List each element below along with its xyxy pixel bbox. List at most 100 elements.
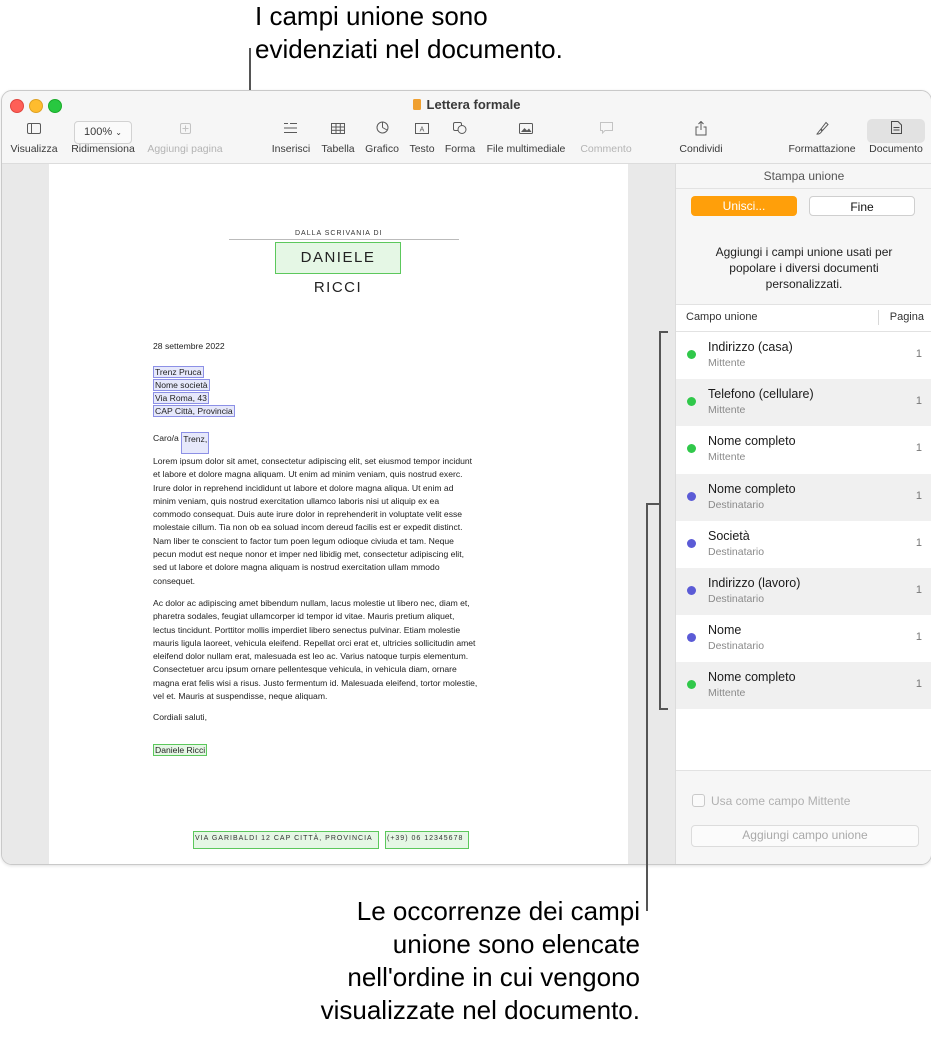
field-color-dot [687, 585, 696, 595]
toolbar-forma[interactable]: Forma [441, 121, 479, 155]
window-title: Lettera formale [2, 97, 931, 112]
toolbar-documento[interactable]: Documento [866, 121, 926, 155]
merge-field-sender-address-footer[interactable]: VIA GARIBALDI 12 CAP CITTÀ, PROVINCIA [193, 831, 379, 849]
merge-field-recipient-name[interactable]: Trenz Pruca [153, 366, 204, 378]
chevron-down-icon: ⌄ [115, 128, 122, 137]
merge-field-row[interactable]: Nome Destinatario 1 [676, 615, 931, 663]
done-button[interactable]: Fine [809, 196, 915, 216]
text-line: Irure dolor in reprehend incididunt ut l… [153, 482, 454, 493]
field-page: 1 [915, 536, 922, 549]
merge-field-list: Indirizzo (casa) Mittente 1 Telefono (cellu… [676, 332, 931, 710]
toolbar-label: Visualizza [10, 143, 58, 155]
merge-field-row[interactable]: Telefono (cellulare) Mittente 1 [676, 379, 931, 427]
toolbar-commento[interactable]: Commento [575, 121, 637, 155]
text-line: consequet. [153, 575, 196, 586]
merge-field-row[interactable]: Nome completo Mittente 1 [676, 662, 931, 710]
merge-field-recipient-first-name[interactable]: Trenz, [181, 432, 210, 454]
callout-top-line: I campi unione sono [255, 1, 488, 31]
photo-icon [482, 121, 570, 139]
mail-merge-sidebar: Stampa unione Unisci... Fine Aggiungi i … [675, 164, 931, 864]
toolbar-label: Commento [580, 143, 632, 155]
toolbar-grafico[interactable]: Grafico [362, 121, 402, 155]
field-name: Indirizzo (casa) [708, 340, 793, 354]
field-name: Telefono (cellulare) [708, 387, 814, 402]
zoom-popup[interactable]: 100% ⌄ [74, 121, 132, 144]
share-icon [673, 120, 729, 139]
letter-paragraph-1: Lorem ipsum dolor sit amet, consectetur … [153, 455, 533, 588]
toolbar-label: Forma [444, 143, 476, 155]
field-name: Nome [708, 623, 742, 638]
merge-field-row[interactable]: Società Destinatario 1 [676, 520, 931, 568]
add-merge-field-button[interactable]: Aggiungi campo unione [691, 825, 919, 847]
letter-date: 28 settembre 2022 [153, 341, 225, 351]
toolbar-tabella[interactable]: Tabella [318, 121, 358, 155]
bracket-top [659, 331, 668, 333]
merge-field-row[interactable]: Indirizzo (lavoro) Destinatario 1 [676, 567, 931, 616]
toolbar-aggiungi-pagina[interactable]: Aggiungi pagina [144, 121, 226, 155]
field-page: 1 [915, 678, 922, 691]
field-page: 1 [915, 583, 922, 596]
toolbar-condividi[interactable]: Condividi [673, 120, 729, 155]
column-header-campo[interactable]: Campo unione [686, 311, 758, 323]
toolbar-ridimensiona[interactable]: 100% ⌄ Ridimensiona [68, 121, 138, 155]
toolbar-label: Ridimensiona [71, 143, 135, 155]
merge-field-sender-name-header[interactable]: DANIELE RICCI [275, 242, 401, 296]
merge-field-list-header: Campo unione Pagina [676, 304, 931, 332]
merge-field-row[interactable]: Nome completo Mittente 1 [676, 426, 931, 474]
callout-top-line: evidenziati nel documento. [255, 34, 563, 64]
field-name: Nome completo [708, 670, 796, 685]
text-line: commodo consequat. Duis aute irure dolor… [153, 509, 463, 520]
callout-bottom: Le occorrenze dei campi unione sono elen… [220, 895, 640, 1027]
toolbar-file-multimediale[interactable]: File multimediale [482, 121, 570, 155]
toolbar-label: Documento [869, 143, 923, 155]
merge-field-recipient-city[interactable]: CAP Città, Provincia [153, 405, 235, 417]
toolbar-visualizza[interactable]: Visualizza [10, 121, 58, 155]
document-canvas[interactable]: DALLA SCRIVANIA DI DANIELE RICCI 28 sett… [2, 164, 675, 864]
toolbar-label: Testo [409, 143, 435, 155]
field-source: Mittente [708, 687, 746, 700]
column-header-pagina[interactable]: Pagina [890, 311, 924, 323]
field-page: 1 [915, 489, 922, 502]
toolbar-formattazione[interactable]: Formattazione [784, 121, 860, 155]
merge-field-sender-signature[interactable]: Daniele Ricci [153, 744, 208, 756]
paintbrush-icon [784, 121, 860, 139]
bracket-connector [646, 503, 660, 505]
merge-field-recipient-address[interactable]: Via Roma, 43 [153, 392, 209, 404]
letter-closing: Cordiali saluti, [153, 712, 207, 722]
toolbar-label: Aggiungi pagina [147, 143, 223, 155]
text-line: molestaie cillum. Tia non ob ea soluad i… [153, 522, 463, 533]
merge-button[interactable]: Unisci... [691, 196, 797, 216]
pages-window: Lettera formale Visualizza 100% ⌄ Ridime… [1, 90, 931, 865]
letter-paragraph-2: Ac dolor ac adipiscing amet bibendum nul… [153, 597, 533, 703]
checkbox-box[interactable] [692, 794, 705, 807]
use-as-sender-checkbox[interactable]: Usa come campo Mittente [692, 794, 850, 808]
field-source: Mittente [708, 404, 746, 417]
callout-bottom-line: unione sono elencate [392, 929, 640, 959]
field-page: 1 [915, 348, 922, 360]
toolbar-label: Condividi [679, 143, 723, 155]
leader-line-bottom-vertical [646, 503, 648, 911]
field-color-dot [687, 350, 696, 359]
document-icon [866, 121, 926, 139]
text-line: pecun modut est neque nonor et imper ned… [153, 549, 464, 560]
window-title-text: Lettera formale [426, 97, 521, 112]
toolbar-inserisci[interactable]: Inserisci [268, 121, 314, 155]
text-box-icon: A [405, 121, 439, 139]
merge-field-recipient-company[interactable]: Nome società [153, 379, 210, 391]
merge-field-sender-phone-footer[interactable]: (+39) 06 12345678 [385, 831, 469, 849]
toolbar-label: Inserisci [271, 143, 311, 155]
text-line: pharetra sodales, feugiat ullamcorper id… [153, 611, 455, 622]
field-source: Destinatario [708, 498, 765, 511]
merge-field-row[interactable]: Nome completo Destinatario 1 [676, 473, 931, 521]
column-divider [878, 310, 879, 325]
callout-bottom-line: Le occorrenze dei campi [356, 896, 640, 926]
callout-bottom-line: visualizzate nel documento. [320, 995, 640, 1025]
text-line: et labore et dolore magna aliquam. Ut en… [153, 469, 463, 480]
comment-icon [575, 121, 637, 139]
toolbar-testo[interactable]: A Testo [405, 121, 439, 155]
text-line: magna erat felis wisi a risus. Justo fer… [153, 677, 478, 688]
merge-field-row[interactable]: Indirizzo (casa) Mittente 1 [676, 332, 931, 380]
text-line: Lorem ipsum dolor sit amet, consectetur … [153, 456, 473, 466]
field-source: Mittente [708, 451, 746, 464]
document-page[interactable]: DALLA SCRIVANIA DI DANIELE RICCI 28 sett… [49, 164, 628, 864]
